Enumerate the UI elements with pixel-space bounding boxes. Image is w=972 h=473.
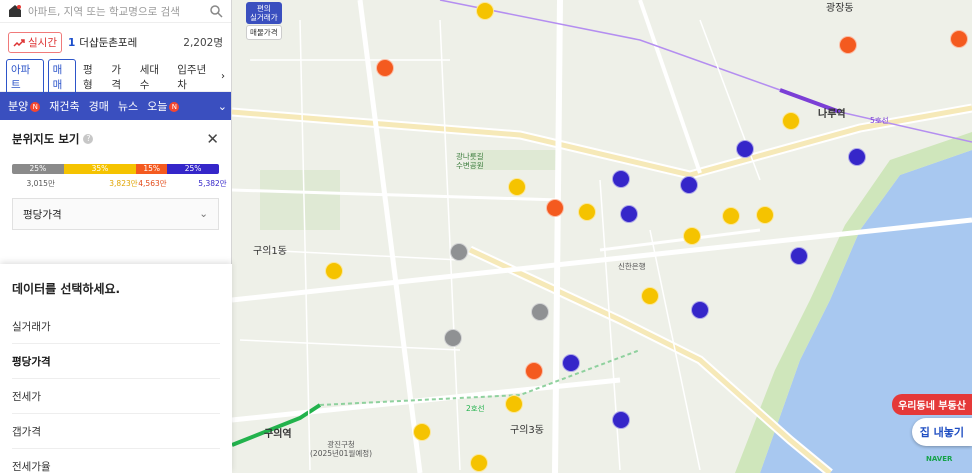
new-badge: N [169,102,180,112]
help-icon[interactable]: ? [83,134,94,144]
metric-select[interactable]: 평당가격 ⌄ [12,198,219,230]
chevron-right-icon[interactable]: › [221,71,225,82]
price-marker-blue[interactable] [848,148,866,166]
price-marker-orange[interactable] [546,199,564,217]
price-marker-blue[interactable] [680,176,698,194]
trend-up-icon [13,39,25,47]
distribution-tick: 5,382만 [198,179,227,188]
search-icon[interactable] [209,4,223,18]
filter-size[interactable]: 평형 [80,60,104,94]
price-marker-blue[interactable] [790,247,808,265]
distribution-tick: 3,823만 [109,179,138,188]
realtime-apartment-name[interactable]: 더샵둔촌포레 [79,35,183,50]
dropdown-option[interactable]: 전세가 [12,379,220,414]
home-logo-icon [8,4,22,18]
dropdown-option[interactable]: 갭가격 [12,414,220,449]
map-label-line5: 5호선 [870,116,889,125]
price-marker-blue[interactable] [691,301,709,319]
map-label-line2: 2호선 [466,404,485,413]
price-marker-orange[interactable] [376,59,394,77]
distribution-segment: 35% [63,164,137,174]
tab-news[interactable]: 뉴스 [118,98,138,114]
distribution-tick: 4,563만 [138,179,167,188]
station-guui-label: 구의역 [264,429,292,440]
realtime-button-label: 실시간 [28,37,57,49]
category-tabs: 분양 N 재건축 경매 뉴스 오늘 N ⌄ [0,92,231,120]
filter-year[interactable]: 입주년차 [174,60,217,94]
distribution-section: 분위지도 보기 ? ✕ 25% 35% 15% 25% 3,015만 3,823만 4,5… [0,120,231,230]
price-marker-blue[interactable] [612,411,630,429]
price-marker-yellow[interactable] [476,2,494,20]
price-filter-chip[interactable]: 매물가격 [246,25,282,40]
distribution-segment: 25% [12,164,64,174]
map-label-bank: 신한은행 [618,262,646,271]
tab-presale[interactable]: 분양 N [8,98,41,114]
map-label-dong1: 구의1동 [253,246,287,257]
price-marker-orange[interactable] [525,362,543,380]
price-marker-yellow[interactable] [683,227,701,245]
search-input[interactable]: 아파트, 지역 또는 학교명으로 검색 [28,4,209,19]
filter-trade[interactable]: 매매 [47,58,76,95]
distribution-segment: 15% [136,164,168,174]
map-label-dong3: 구의3동 [510,425,544,436]
price-marker-yellow[interactable] [782,112,800,130]
price-marker-yellow[interactable] [325,262,343,280]
price-marker-yellow[interactable] [505,395,523,413]
price-marker-yellow[interactable] [756,206,774,224]
distribution-segment: 25% [167,164,219,174]
distribution-ticks: 3,015만 3,823만 4,563만 5,382만 [12,178,226,190]
map-type-chip[interactable]: 편의 실거래가 [246,2,282,24]
price-marker-yellow[interactable] [508,178,526,196]
metric-select-value: 평당가격 [23,208,62,221]
station-naru-label: 나루역 [818,109,846,120]
tab-auction[interactable]: 경매 [89,98,109,114]
realtime-ranking[interactable]: 실시간 1 더샵둔촌포레 2,202명 [0,23,231,62]
filter-households[interactable]: 세대수 [137,60,171,94]
price-marker-orange[interactable] [839,36,857,54]
list-property-button[interactable]: 집 내놓기 [911,418,972,446]
local-realtor-button[interactable]: 우리동네 부동산 [892,394,972,415]
price-marker-yellow[interactable] [641,287,659,305]
filter-price[interactable]: 가격 [108,60,132,94]
price-marker-blue[interactable] [620,205,638,223]
price-marker-gray[interactable] [450,243,468,261]
search-bar[interactable]: 아파트, 지역 또는 학교명으로 검색 [0,0,231,23]
dropdown-option[interactable]: 평당가격 [12,344,220,379]
new-badge: N [30,102,41,112]
filter-apartment[interactable]: 아파트 [6,58,44,95]
dropdown-title: 데이터를 선택하세요. [12,282,121,296]
distribution-bar: 25% 35% 15% 25% [12,164,219,174]
chevron-down-icon: ⌄ [199,208,208,220]
tab-reconstruction[interactable]: 재건축 [49,98,79,114]
price-marker-yellow[interactable] [413,423,431,441]
close-icon[interactable]: ✕ [206,130,219,148]
price-marker-blue[interactable] [612,170,630,188]
distribution-tick: 3,015만 [26,179,55,188]
price-marker-orange[interactable] [950,30,968,48]
metric-dropdown: 데이터를 선택하세요. 실거래가 평당가격 전세가 갭가격 전세가율 [0,264,232,473]
map-label-gwangjang: 광장동 [826,3,854,14]
distribution-title: 분위지도 보기 [12,132,80,146]
realtime-rank: 1 [67,36,76,49]
price-marker-yellow[interactable] [722,207,740,225]
price-marker-yellow[interactable] [578,203,596,221]
tab-today[interactable]: 오늘 N [147,98,180,114]
map-label-gwangjin-office: 광진구청 (2025년01월예정) [310,440,373,458]
price-marker-blue[interactable] [736,140,754,158]
naver-attribution: NAVER [926,455,953,463]
filter-bar: 아파트 매매 평형 가격 세대수 입주년차 › [0,58,231,95]
dropdown-option[interactable]: 실거래가 [12,309,220,344]
map-label-park: 광나룻길 수변공원 [456,152,484,170]
realtime-button[interactable]: 실시간 [8,32,62,53]
price-marker-gray[interactable] [444,329,462,347]
dropdown-option[interactable]: 전세가율 [12,449,220,473]
chevron-down-icon[interactable]: ⌄ [218,100,227,113]
price-marker-blue[interactable] [562,354,580,372]
price-marker-gray[interactable] [531,303,549,321]
price-marker-yellow[interactable] [470,454,488,472]
realtime-count: 2,202명 [183,37,223,49]
